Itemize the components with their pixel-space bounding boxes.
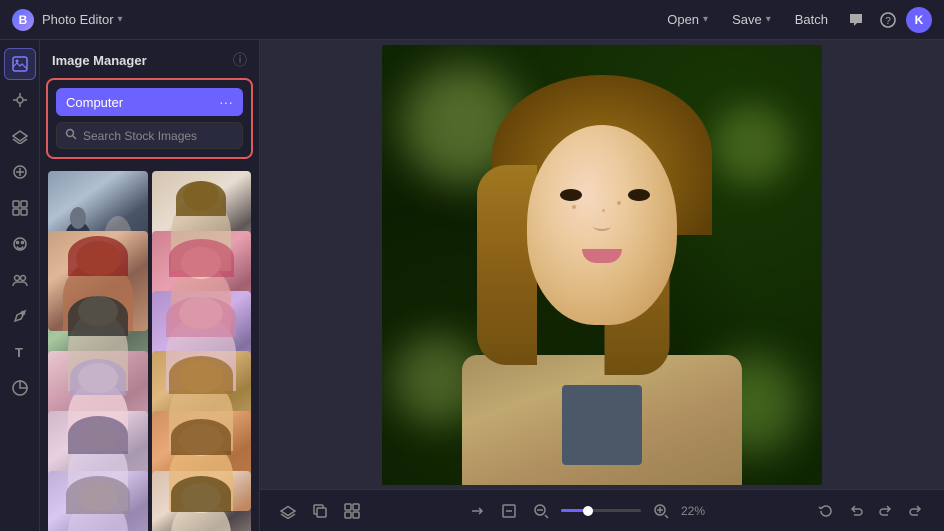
search-stock-bar[interactable]: Search Stock Images [56,122,243,149]
chat-button[interactable] [842,8,870,32]
canvas-image [382,45,822,485]
zoom-in-icon [653,503,669,519]
layers-bottom-icon [280,503,296,519]
redo-icon [878,503,894,519]
panel-title: Image Manager [52,53,227,68]
grid-button[interactable] [340,499,364,523]
logo-letter: B [19,13,28,27]
save-button[interactable]: Save ▾ [722,8,781,31]
thumbnail-11[interactable] [48,471,148,531]
face-icon [12,236,28,252]
redo-button[interactable] [874,499,898,523]
panel-header: Image Manager ⓘ [40,40,259,78]
image-grid [40,167,259,531]
chat-icon [848,12,864,28]
zoom-in-button[interactable] [649,499,673,523]
bottom-right-tools [814,499,928,523]
app-title-chevron[interactable]: ▾ [118,14,123,25]
sidebar-group-button[interactable] [4,264,36,296]
zoom-slider[interactable] [561,509,641,512]
thumbnail-12[interactable] [152,471,252,531]
app-title-text: Photo Editor [42,12,114,27]
stickers-icon [12,380,28,396]
zoom-out-icon [533,503,549,519]
bottom-bar: 22% [260,489,944,531]
more-icon[interactable]: ··· [219,94,233,110]
topbar: B Photo Editor ▾ Open ▾ Save ▾ Batch ? K [0,0,944,40]
zoom-slider-fill [561,509,585,512]
sidebar-image-manager-button[interactable] [4,48,36,80]
copy-button[interactable] [308,499,332,523]
search-stock-placeholder: Search Stock Images [83,129,197,143]
shapes-icon [12,200,28,216]
zoom-percent: 22% [681,504,713,518]
retouch-icon [12,308,28,324]
sidebar-stickers-button[interactable] [4,372,36,404]
reset-icon [818,503,834,519]
main-area: T Image Manager ⓘ Computer ··· [0,40,944,531]
sidebar-adjustments-button[interactable] [4,84,36,116]
zoom-out-button[interactable] [529,499,553,523]
source-computer-label: Computer [66,95,123,110]
app-logo[interactable]: B [12,9,34,31]
zoom-slider-thumb[interactable] [583,506,593,516]
compress-button[interactable] [497,499,521,523]
layers-icon [12,128,28,144]
compress-icon [501,503,517,519]
expand-button[interactable] [465,499,489,523]
canvas-main [260,40,944,489]
canvas-area: 22% [260,40,944,531]
redo2-button[interactable] [904,499,928,523]
source-tabs-container: Computer ··· Search Stock Images [46,78,253,159]
help-button[interactable]: ? [874,8,902,32]
topbar-actions: Open ▾ Save ▾ Batch ? K [657,7,932,33]
search-icon [65,128,77,143]
bottom-left-tools [276,499,364,523]
copy-icon [312,503,328,519]
adjustments-icon [12,92,28,108]
expand-icon [469,503,485,519]
sidebar-face-button[interactable] [4,228,36,260]
reset-button[interactable] [814,499,838,523]
open-chevron-icon: ▾ [703,14,708,25]
help-icon: ? [880,12,896,28]
redo2-icon [908,503,924,519]
batch-button[interactable]: Batch [785,8,838,31]
image-icon [12,56,28,72]
image-manager-panel: Image Manager ⓘ Computer ··· Search Stoc… [40,40,260,531]
sidebar-shapes-button[interactable] [4,192,36,224]
sidebar-filters-button[interactable] [4,156,36,188]
save-button-label: Save [732,12,762,27]
text-icon: T [12,344,28,360]
sidebar-layers-button[interactable] [4,120,36,152]
svg-text:T: T [15,345,23,360]
open-button-label: Open [667,12,699,27]
filters-icon [12,164,28,180]
avatar[interactable]: K [906,7,932,33]
app-title-area: Photo Editor ▾ [42,12,123,27]
undo-button[interactable] [844,499,868,523]
group-icon [12,272,28,288]
layers-button[interactable] [276,499,300,523]
save-chevron-icon: ▾ [766,14,771,25]
svg-text:?: ? [885,16,891,27]
undo-icon [848,503,864,519]
grid-icon [344,503,360,519]
sidebar-text-button[interactable]: T [4,336,36,368]
icon-sidebar: T [0,40,40,531]
open-button[interactable]: Open ▾ [657,8,718,31]
bottom-center-tools: 22% [465,499,713,523]
info-icon[interactable]: ⓘ [233,50,247,70]
sidebar-retouch-button[interactable] [4,300,36,332]
source-computer-button[interactable]: Computer ··· [56,88,243,116]
